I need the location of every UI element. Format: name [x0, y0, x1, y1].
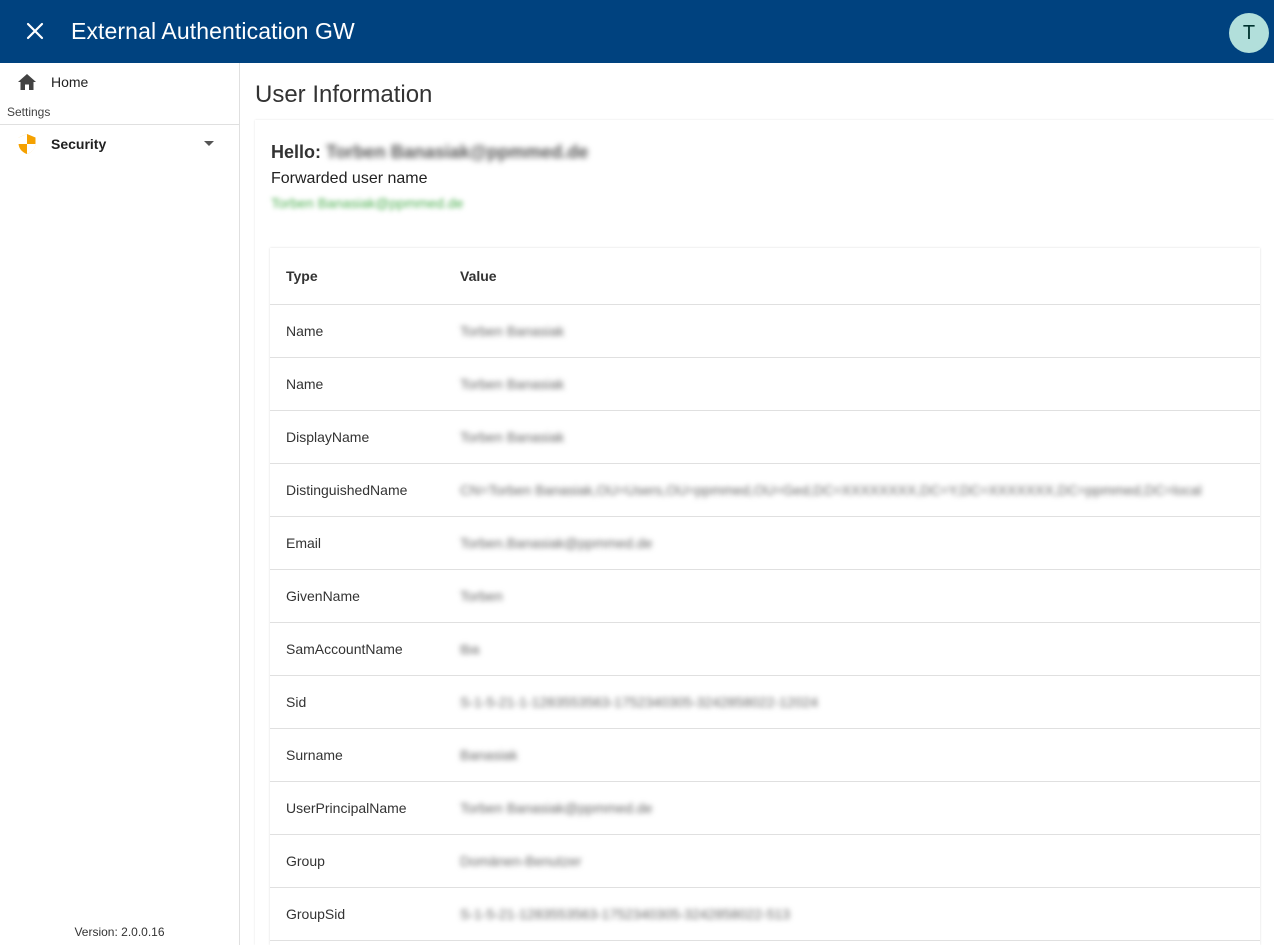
claim-value-text: S-1-5-21-1283553563-1752340305-324285802…: [460, 906, 791, 922]
close-button[interactable]: [18, 14, 52, 48]
claim-type: Sid: [270, 675, 444, 729]
claim-value-text: Torben.Banasiak@ppmmed.de: [460, 535, 653, 551]
claim-type: Surname: [270, 728, 444, 782]
claim-type: Name: [270, 304, 444, 358]
chevron-down-icon[interactable]: [204, 141, 214, 146]
claim-value: CN=Torben Banasiak,OU=Users,OU=ppmmed,OU…: [444, 463, 1260, 517]
sidebar-section-settings: Settings: [7, 105, 51, 119]
claim-value-text: Torben Banasiak: [460, 429, 565, 445]
claim-type: SamAccountName: [270, 622, 444, 676]
forwarded-user-value: Torben Banasiak@ppmmed.de: [271, 195, 464, 211]
claim-value-text: CN=Torben Banasiak,OU=Users,OU=ppmmed,OU…: [460, 482, 1202, 498]
table-row: GroupSid S-1-5-21-1283553563-1752340305-3…: [270, 887, 1260, 941]
table-row: Surname Banasiak: [270, 728, 1260, 782]
claim-value: tba: [444, 622, 1260, 676]
column-header-type: Type: [270, 248, 444, 305]
sidebar: Home Settings Security Version: 2.0.0.16: [0, 63, 240, 945]
table-row: Sid S-1-5-21-1-1283553563-1752340305-3242…: [270, 675, 1260, 729]
claim-value-text: Torben Banasiak: [460, 376, 565, 392]
main-content: User Information Hello: Torben Banasiak@…: [240, 63, 1274, 945]
claim-type: Name: [270, 357, 444, 411]
hello-heading: Hello: Torben Banasiak@ppmmed.de: [271, 142, 588, 163]
claim-value: Domänen-Benutzer: [444, 834, 1260, 888]
table-row: Email Torben.Banasiak@ppmmed.de: [270, 516, 1260, 570]
claim-type: UserPrincipalName: [270, 781, 444, 835]
claim-type: Email: [270, 516, 444, 570]
claim-value-text: Domänen-Benutzer: [460, 853, 582, 869]
claim-value: Torben.Banasiak@ppmmed.de: [444, 516, 1260, 570]
sidebar-item-label: Security: [51, 136, 107, 152]
sidebar-item-home[interactable]: Home: [0, 64, 239, 100]
version-label: Version: 2.0.0.16: [74, 925, 165, 939]
claims-table: Type Value Name Torben Banasiak Name Torbe…: [270, 248, 1260, 945]
hello-prefix: Hello:: [271, 142, 322, 162]
forwarded-user-label: Forwarded user name: [271, 170, 428, 187]
table-header-row: Type Value: [270, 248, 1260, 305]
claim-value: S-1-5-21-1-1283553563-1752340305-3242858…: [444, 675, 1260, 729]
claim-value: Torben: [444, 569, 1260, 623]
table-row: UserPrincipalName Torben Banasiak@ppmmed.…: [270, 781, 1260, 835]
home-icon: [16, 71, 38, 93]
claim-value-text: Torben Banasiak: [460, 323, 565, 339]
sidebar-divider: [0, 124, 239, 125]
hello-username: Torben Banasiak@ppmmed.de: [326, 142, 589, 162]
claim-value: Torben Banasiak: [444, 410, 1260, 464]
table-row: Group Domänen-Benutzer: [270, 834, 1260, 888]
avatar[interactable]: T: [1229, 13, 1269, 53]
claim-value: S-1-5-21-1283553563-1752340305-324285802…: [444, 887, 1260, 941]
table-row: DistinguishedName CN=Torben Banasiak,OU=U…: [270, 463, 1260, 517]
table-row: SamAccountName tba: [270, 622, 1260, 676]
claim-type: GroupSid: [270, 887, 444, 941]
shield-icon: [16, 133, 38, 155]
column-header-value: Value: [444, 248, 1260, 305]
claim-value: Banasiak: [444, 728, 1260, 782]
app-title: External Authentication GW: [71, 18, 355, 44]
sidebar-item-security[interactable]: Security: [0, 126, 239, 162]
table-row: Name Torben Banasiak: [270, 304, 1260, 358]
sidebar-item-label: Home: [51, 74, 89, 90]
table-row: Name Torben Banasiak: [270, 357, 1260, 411]
claim-value-text: Torben Banasiak@ppmmed.de: [460, 800, 653, 816]
claim-type: GivenName: [270, 569, 444, 623]
page-title: User Information: [255, 81, 433, 108]
claim-value-text: Banasiak: [460, 747, 518, 763]
table-row: DisplayName Torben Banasiak: [270, 410, 1260, 464]
claim-value-text: Torben: [460, 588, 503, 604]
claim-value-text: tba: [460, 641, 480, 657]
claim-value: Torben Banasiak: [444, 304, 1260, 358]
claim-type: DistinguishedName: [270, 463, 444, 517]
table-row: GivenName Torben: [270, 569, 1260, 623]
claim-value: Torben Banasiak@ppmmed.de: [444, 781, 1260, 835]
claim-value-text: S-1-5-21-1-1283553563-1752340305-3242858…: [460, 694, 819, 710]
app-bar: External Authentication GW T: [0, 0, 1274, 63]
claim-value: Torben Banasiak: [444, 357, 1260, 411]
close-icon: [26, 22, 44, 40]
claim-type: Group: [270, 834, 444, 888]
claim-type: DisplayName: [270, 410, 444, 464]
user-info-card: Hello: Torben Banasiak@ppmmed.de Forward…: [255, 120, 1274, 945]
